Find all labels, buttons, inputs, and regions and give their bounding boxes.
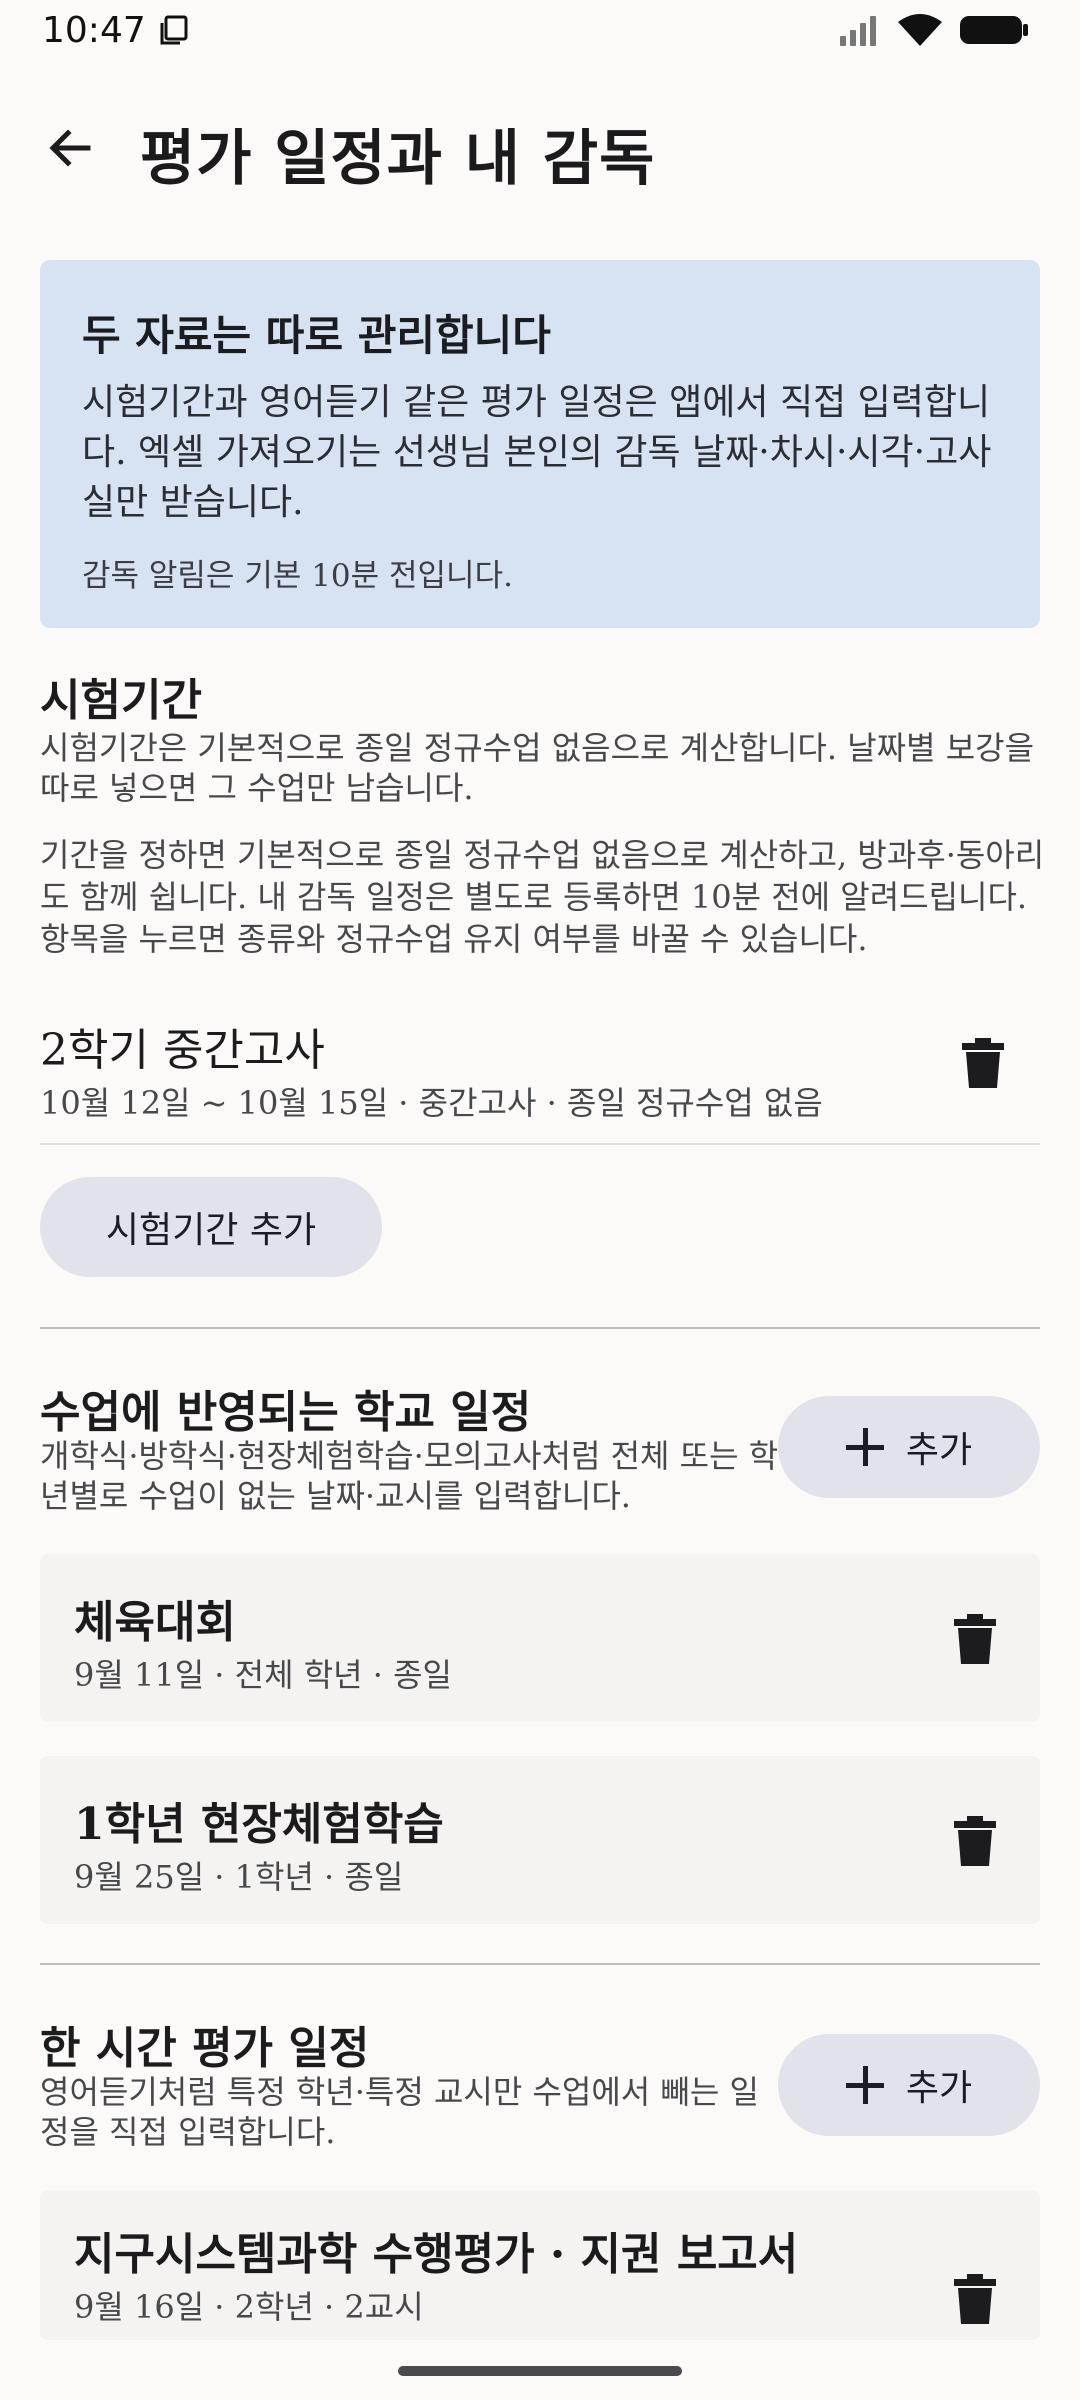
school-event-subtitle: 9월 25일 · 1학년 · 종일: [74, 1858, 404, 1896]
info-card: 두 자료는 따로 관리합니다 시험기간과 영어듣기 같은 평가 일정은 앱에서 …: [40, 260, 1040, 628]
wifi-icon: [898, 14, 942, 46]
single-period-desc: 영어듣기처럼 특정 학년·특정 교시만 수업에서 빼는 일정을 직접 입력합니다…: [40, 2073, 759, 2151]
exam-item-subtitle: 10월 12일 ~ 10월 15일 · 중간고사 · 종일 정규수업 없음: [40, 1084, 823, 1122]
signal-icon: [840, 16, 876, 46]
status-time: 10:47: [42, 10, 146, 51]
app-bar: 평가 일정과 내 감독: [0, 90, 1080, 200]
plus-icon: [845, 1428, 884, 1466]
divider: [40, 1143, 1040, 1145]
school-event-subtitle: 9월 11일 · 전체 학년 · 종일: [74, 1656, 452, 1694]
info-card-note: 감독 알림은 기본 10분 전입니다.: [82, 558, 513, 594]
info-card-body: 시험기간과 영어듣기 같은 평가 일정은 앱에서 직접 입력합니다. 엑셀 가져…: [82, 382, 992, 523]
exam-item-title: 2학기 중간고사: [40, 1025, 325, 1076]
back-button[interactable]: [34, 112, 106, 184]
school-events-heading: 수업에 반영되는 학교 일정: [40, 1387, 532, 1438]
add-school-event-button[interactable]: 추가: [778, 1396, 1040, 1498]
single-period-title: 지구시스템과학 수행평가 · 지권 보고서: [74, 2229, 799, 2280]
battery-icon: [960, 16, 1028, 44]
status-bar: 10:47: [0, 0, 1080, 62]
school-event-title: 1학년 현장체험학습: [74, 1799, 444, 1850]
trash-icon[interactable]: [962, 1038, 1004, 1088]
single-period-subtitle: 9월 16일 · 2학년 · 2교시: [74, 2288, 424, 2326]
arrow-left-icon: [49, 129, 91, 167]
divider: [40, 1963, 1040, 1965]
page-title: 평가 일정과 내 감독: [140, 124, 656, 194]
add-exam-period-label: 시험기간 추가: [105, 1210, 317, 1251]
trash-icon[interactable]: [954, 1614, 996, 1664]
school-event-card[interactable]: 체육대회 9월 11일 · 전체 학년 · 종일: [40, 1554, 1040, 1722]
school-event-card[interactable]: 1학년 현장체험학습 9월 25일 · 1학년 · 종일: [40, 1756, 1040, 1924]
exam-period-desc: 시험기간은 기본적으로 종일 정규수업 없음으로 계산합니다. 날짜별 보강을 …: [40, 729, 1035, 807]
exam-period-item[interactable]: 2학기 중간고사 10월 12일 ~ 10월 15일 · 중간고사 · 종일 정…: [40, 1000, 1040, 1142]
trash-icon[interactable]: [954, 1816, 996, 1866]
exam-period-detail: 기간을 정하면 기본적으로 종일 정규수업 없음으로 계산하고, 방과후·동아리…: [40, 836, 1045, 958]
add-school-event-label: 추가: [905, 1430, 973, 1471]
plus-icon: [845, 2066, 884, 2104]
school-events-desc: 개학식·방학식·현장체험학습·모의고사처럼 전체 또는 학년별로 수업이 없는 …: [40, 1437, 779, 1515]
divider: [40, 1327, 1040, 1329]
add-single-period-label: 추가: [905, 2068, 973, 2109]
info-card-title: 두 자료는 따로 관리합니다: [82, 311, 551, 360]
add-single-period-button[interactable]: 추가: [778, 2034, 1040, 2136]
school-event-title: 체육대회: [74, 1597, 236, 1648]
trash-icon[interactable]: [954, 2274, 996, 2324]
exam-period-heading: 시험기간: [40, 675, 202, 726]
add-exam-period-button[interactable]: 시험기간 추가: [40, 1177, 382, 1277]
gesture-navigation-bar[interactable]: [398, 2366, 682, 2376]
single-period-card[interactable]: 지구시스템과학 수행평가 · 지권 보고서 9월 16일 · 2학년 · 2교시: [40, 2190, 1040, 2340]
screenshot-icon: [160, 15, 188, 45]
status-icons: [840, 14, 1028, 46]
single-period-heading: 한 시간 평가 일정: [40, 2023, 370, 2074]
